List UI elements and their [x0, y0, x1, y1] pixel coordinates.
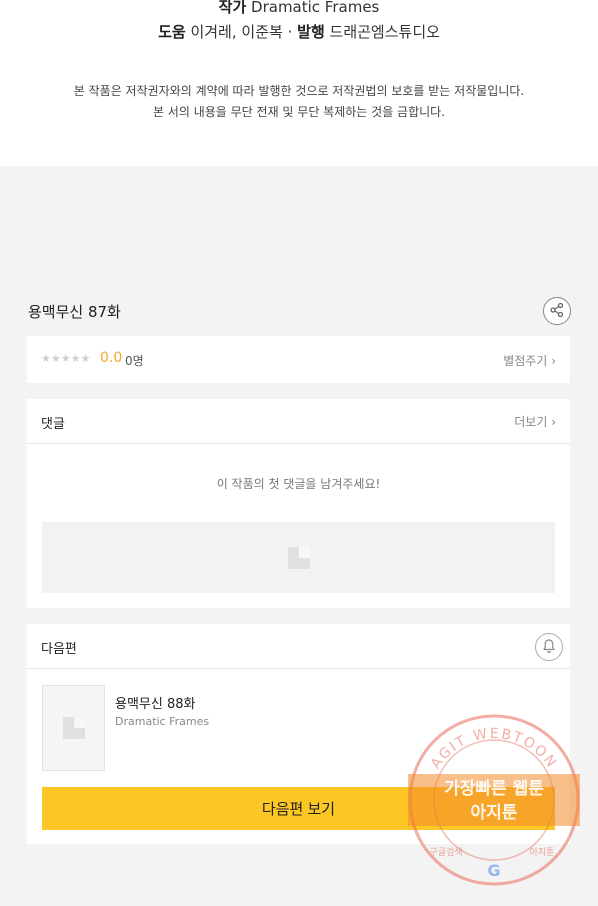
credit-assist-value: 이겨레, 이준복: [190, 23, 283, 41]
svg-text:G: G: [487, 861, 500, 880]
comment-image-placeholder: [42, 522, 555, 593]
next-episode-thumbnail[interactable]: [42, 685, 105, 771]
credit-publisher-value: 드래곤엠스튜디오: [329, 23, 440, 41]
chevron-right-icon: ›: [551, 354, 556, 368]
rating-score: 0.0: [100, 350, 123, 366]
view-next-episode-button[interactable]: 다음편 보기: [42, 787, 555, 830]
credit-author: 작가 Dramatic Frames: [0, 0, 598, 17]
share-icon: [549, 302, 565, 321]
credit-author-label: 작가: [218, 0, 247, 16]
rate-button-label: 별점주기: [503, 354, 548, 368]
credit-publisher-label: 발행: [297, 23, 325, 41]
svg-text:구글검색: 구글검색: [429, 846, 462, 858]
rating-count: 0명: [125, 354, 144, 368]
copyright-notice-line2: 본 서의 내용을 무단 전재 및 무단 복제하는 것을 금합니다.: [152, 105, 446, 119]
next-episode-title[interactable]: 용맥무신 88화: [115, 693, 195, 712]
chevron-right-icon: ›: [551, 415, 556, 429]
next-episode-header: 다음편: [27, 624, 570, 669]
rating-card: ★★★★★ 0.0 0명 별점주기 ›: [27, 336, 570, 383]
copyright-section: 작가 Dramatic Frames 도움 이겨레, 이준복 · 발행 드래곤엠…: [0, 0, 598, 166]
episode-title: 용맥무신 87화: [28, 303, 121, 321]
next-episode-heading: 다음편: [41, 642, 77, 657]
bell-icon: [541, 638, 557, 657]
rating-stars: ★★★★★: [41, 352, 91, 365]
comments-header: 댓글 더보기 ›: [27, 399, 570, 444]
credit-assist-label: 도움: [158, 23, 186, 41]
rate-button[interactable]: 별점주기 ›: [503, 352, 556, 369]
comments-card: 댓글 더보기 › 이 작품의 첫 댓글을 남겨주세요!: [27, 399, 570, 608]
credit-separator: ·: [287, 23, 293, 41]
comments-title: 댓글: [41, 417, 65, 432]
comments-more-label: 더보기: [514, 415, 548, 429]
image-placeholder-icon: [62, 717, 85, 739]
notify-button[interactable]: [535, 633, 563, 661]
svg-text:아지툰: 아지툰: [530, 847, 555, 858]
comments-more-button[interactable]: 더보기 ›: [514, 413, 556, 430]
image-placeholder-icon: [287, 546, 310, 569]
next-episode-card: 다음편 용맥무신 88화 Dramatic Frames 다음편 보기: [27, 624, 570, 844]
share-button[interactable]: [543, 297, 571, 325]
credit-author-value: Dramatic Frames: [251, 0, 380, 16]
credit-assist-publisher: 도움 이겨레, 이준복 · 발행 드래곤엠스튜디오: [0, 21, 598, 42]
next-episode-author: Dramatic Frames: [115, 715, 210, 728]
comments-empty-message: 이 작품의 첫 댓글을 남겨주세요!: [216, 477, 381, 491]
copyright-notice-line1: 본 작품은 저작권자와의 계약에 따라 발행한 것으로 저작권법의 보호를 받는…: [73, 84, 525, 98]
